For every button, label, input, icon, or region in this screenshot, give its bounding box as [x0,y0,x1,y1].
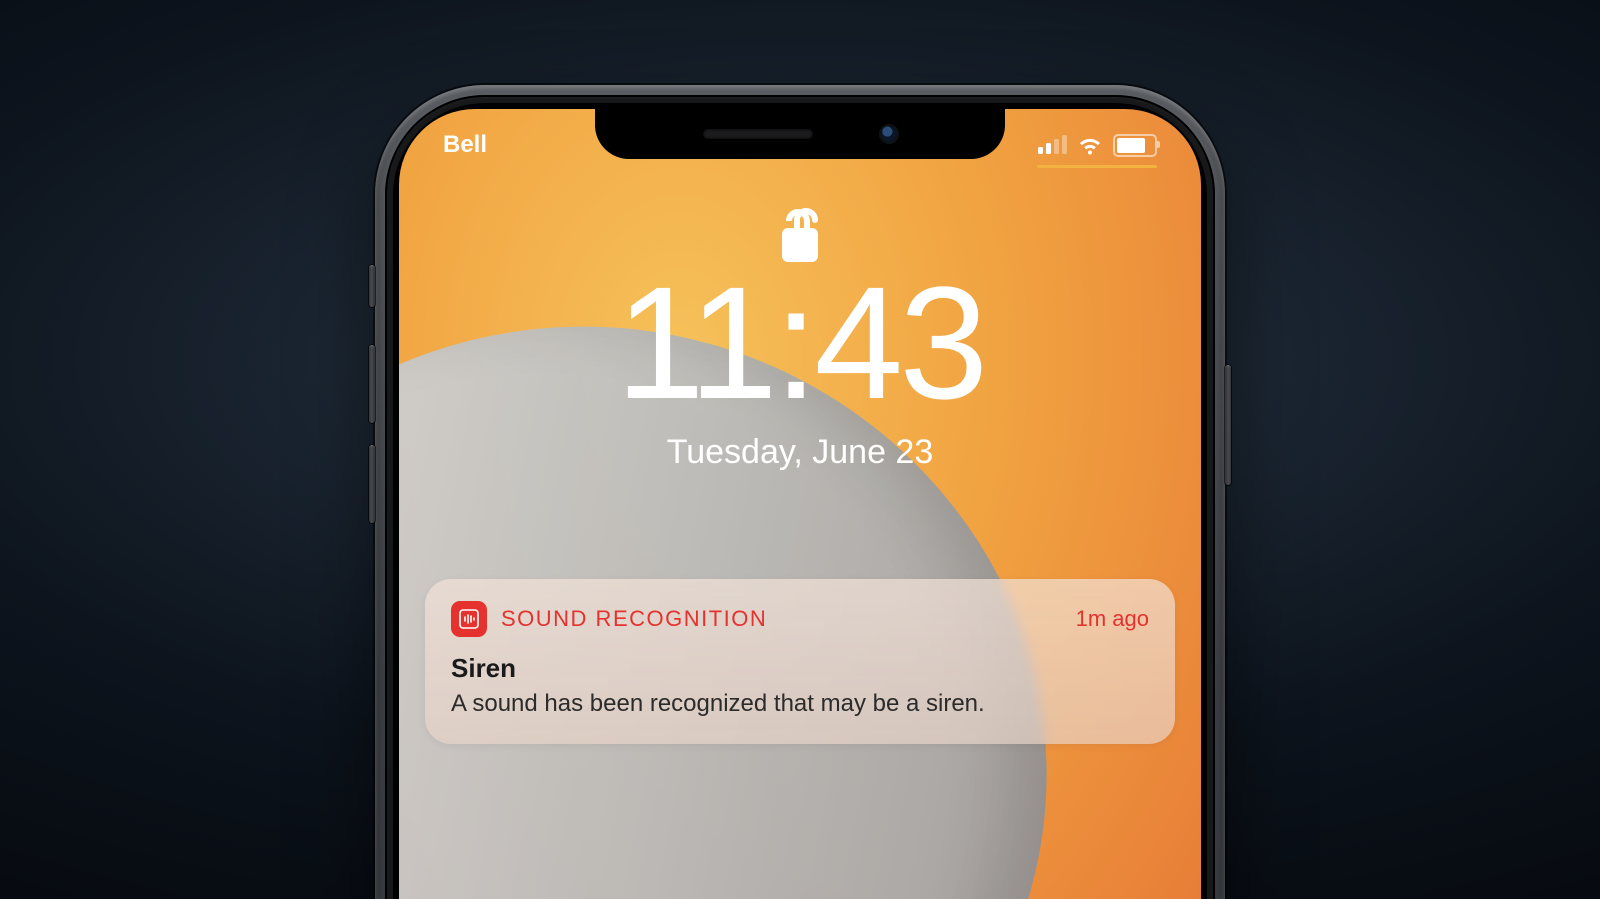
lockscreen-time: 11:43 [399,259,1201,427]
status-bar: Bell [399,125,1201,165]
wifi-icon [1077,135,1103,155]
notification-app-name: SOUND RECOGNITION [501,606,767,632]
status-underline [1037,165,1157,168]
notification-title: Siren [451,653,1149,684]
battery-icon [1113,134,1157,157]
unlock-icon [776,205,824,267]
volume-down-button[interactable] [369,445,375,523]
front-camera [881,126,897,142]
notch [595,109,1005,159]
sound-recognition-icon [451,601,487,637]
power-button[interactable] [1225,365,1231,485]
phone-frame: Bell [375,85,1225,899]
lock-screen[interactable]: Bell [399,109,1201,899]
notification-body: A sound has been recognized that may be … [451,688,1149,720]
earpiece-speaker [703,129,813,139]
volume-up-button[interactable] [369,345,375,423]
notification-timestamp: 1m ago [1076,606,1149,632]
lockscreen-date: Tuesday, June 23 [399,433,1201,472]
mute-switch[interactable] [369,265,375,307]
cellular-signal-icon [1038,136,1067,154]
wallpaper-shape [399,144,1201,899]
notification-card[interactable]: SOUND RECOGNITION 1m ago Siren A sound h… [425,579,1175,744]
carrier-label: Bell [443,131,487,159]
